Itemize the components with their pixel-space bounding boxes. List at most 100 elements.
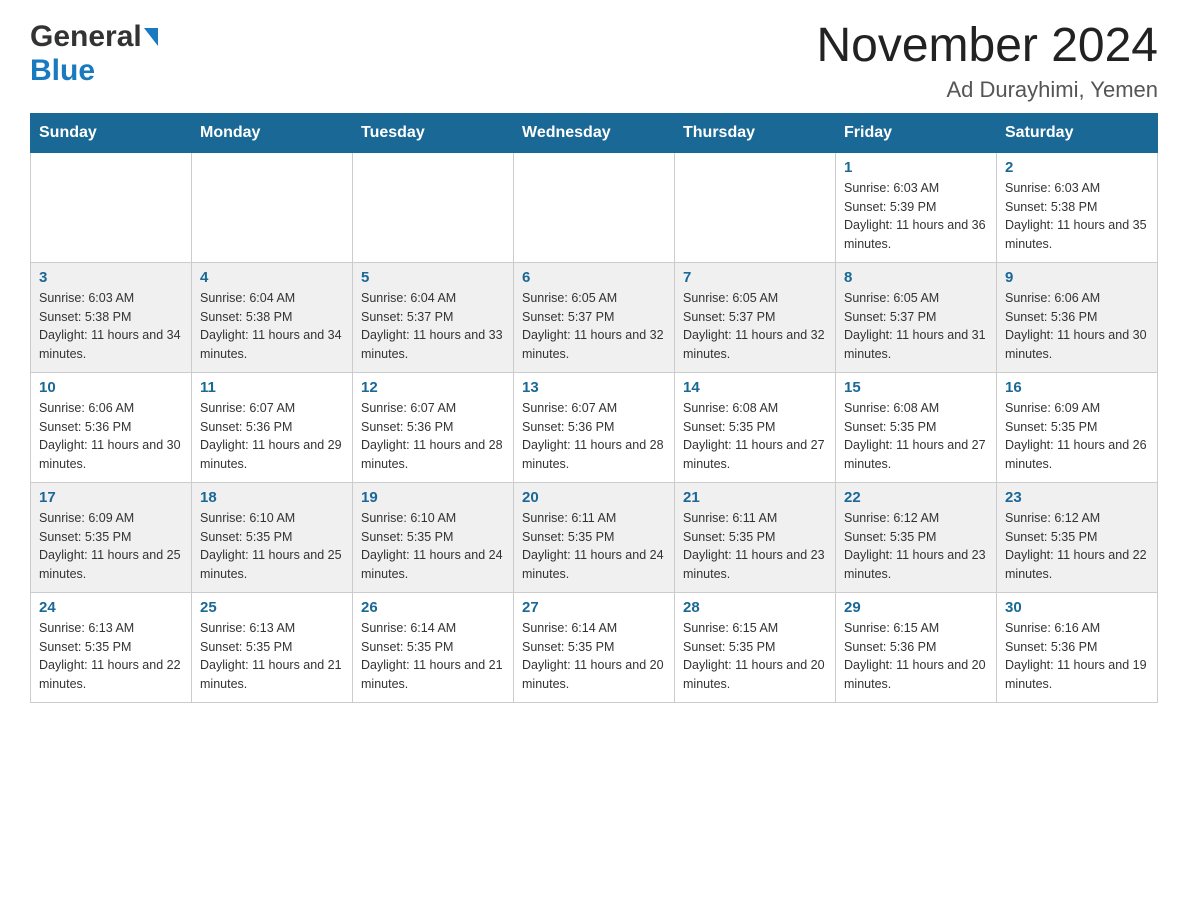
calendar-cell: 24 Sunrise: 6:13 AM Sunset: 5:35 PM Dayli… xyxy=(31,592,192,702)
calendar-table: SundayMondayTuesdayWednesdayThursdayFrid… xyxy=(30,113,1158,703)
day-info: Sunrise: 6:05 AM Sunset: 5:37 PM Dayligh… xyxy=(844,289,988,364)
calendar-cell: 6Sunrise: 6:05 AM Sunset: 5:37 PM Daylig… xyxy=(514,262,675,372)
calendar-cell: 12 Sunrise: 6:07 AM Sunset: 5:36 PM Dayli… xyxy=(353,372,514,482)
day-info: Sunrise: 6:08 AM Sunset: 5:35 PM Dayligh… xyxy=(683,399,827,474)
day-info: Sunrise: 6:03 AM Sunset: 5:39 PM Dayligh… xyxy=(844,179,988,254)
location: Ad Durayhimi, Yemen xyxy=(816,77,1158,103)
calendar-cell: 27 Sunrise: 6:14 AM Sunset: 5:35 PM Dayli… xyxy=(514,592,675,702)
day-number: 1 xyxy=(844,159,988,176)
title-area: November 2024 Ad Durayhimi, Yemen xyxy=(816,20,1158,103)
day-info: Sunrise: 6:09 AM Sunset: 5:35 PM Dayligh… xyxy=(39,509,183,584)
calendar-day-header: Thursday xyxy=(675,113,836,152)
day-number: 29 xyxy=(844,599,988,616)
calendar-header-row: SundayMondayTuesdayWednesdayThursdayFrid… xyxy=(31,113,1158,152)
calendar-cell: 19 Sunrise: 6:10 AM Sunset: 5:35 PM Dayli… xyxy=(353,482,514,592)
day-number: 24 xyxy=(39,599,183,616)
calendar-cell xyxy=(353,152,514,262)
calendar-day-header: Monday xyxy=(192,113,353,152)
day-info: Sunrise: 6:04 AM Sunset: 5:37 PM Dayligh… xyxy=(361,289,505,364)
day-info: Sunrise: 6:15 AM Sunset: 5:36 PM Dayligh… xyxy=(844,619,988,694)
calendar-day-header: Saturday xyxy=(997,113,1158,152)
calendar-cell: 1 Sunrise: 6:03 AM Sunset: 5:39 PM Daylig… xyxy=(836,152,997,262)
calendar-week-row: 3 Sunrise: 6:03 AM Sunset: 5:38 PM Daylig… xyxy=(31,262,1158,372)
day-info: Sunrise: 6:12 AM Sunset: 5:35 PM Dayligh… xyxy=(844,509,988,584)
day-number: 20 xyxy=(522,489,666,506)
calendar-cell: 29 Sunrise: 6:15 AM Sunset: 5:36 PM Dayli… xyxy=(836,592,997,702)
calendar-cell xyxy=(675,152,836,262)
day-info: Sunrise: 6:15 AM Sunset: 5:35 PM Dayligh… xyxy=(683,619,827,694)
calendar-cell xyxy=(192,152,353,262)
calendar-week-row: 17 Sunrise: 6:09 AM Sunset: 5:35 PM Dayli… xyxy=(31,482,1158,592)
day-number: 21 xyxy=(683,489,827,506)
calendar-cell: 26 Sunrise: 6:14 AM Sunset: 5:35 PM Dayli… xyxy=(353,592,514,702)
calendar-cell: 21 Sunrise: 6:11 AM Sunset: 5:35 PM Dayli… xyxy=(675,482,836,592)
day-number: 19 xyxy=(361,489,505,506)
calendar-cell: 14 Sunrise: 6:08 AM Sunset: 5:35 PM Dayli… xyxy=(675,372,836,482)
day-number: 28 xyxy=(683,599,827,616)
day-number: 8 xyxy=(844,269,988,286)
day-info: Sunrise: 6:10 AM Sunset: 5:35 PM Dayligh… xyxy=(361,509,505,584)
day-number: 15 xyxy=(844,379,988,396)
calendar-cell: 3 Sunrise: 6:03 AM Sunset: 5:38 PM Daylig… xyxy=(31,262,192,372)
day-info: Sunrise: 6:09 AM Sunset: 5:35 PM Dayligh… xyxy=(1005,399,1149,474)
day-number: 18 xyxy=(200,489,344,506)
day-info: Sunrise: 6:14 AM Sunset: 5:35 PM Dayligh… xyxy=(361,619,505,694)
day-number: 9 xyxy=(1005,269,1149,286)
day-info: Sunrise: 6:03 AM Sunset: 5:38 PM Dayligh… xyxy=(1005,179,1149,254)
calendar-cell: 2 Sunrise: 6:03 AM Sunset: 5:38 PM Daylig… xyxy=(997,152,1158,262)
calendar-cell: 18 Sunrise: 6:10 AM Sunset: 5:35 PM Dayli… xyxy=(192,482,353,592)
day-info: Sunrise: 6:14 AM Sunset: 5:35 PM Dayligh… xyxy=(522,619,666,694)
calendar-cell: 16 Sunrise: 6:09 AM Sunset: 5:35 PM Dayli… xyxy=(997,372,1158,482)
day-number: 16 xyxy=(1005,379,1149,396)
day-info: Sunrise: 6:07 AM Sunset: 5:36 PM Dayligh… xyxy=(200,399,344,474)
calendar-cell: 17 Sunrise: 6:09 AM Sunset: 5:35 PM Dayli… xyxy=(31,482,192,592)
day-info: Sunrise: 6:13 AM Sunset: 5:35 PM Dayligh… xyxy=(200,619,344,694)
day-info: Sunrise: 6:08 AM Sunset: 5:35 PM Dayligh… xyxy=(844,399,988,474)
logo-arrow-icon xyxy=(144,28,158,46)
day-number: 30 xyxy=(1005,599,1149,616)
calendar-cell: 8 Sunrise: 6:05 AM Sunset: 5:37 PM Daylig… xyxy=(836,262,997,372)
day-info: Sunrise: 6:12 AM Sunset: 5:35 PM Dayligh… xyxy=(1005,509,1149,584)
day-info: Sunrise: 6:16 AM Sunset: 5:36 PM Dayligh… xyxy=(1005,619,1149,694)
calendar-cell: 11 Sunrise: 6:07 AM Sunset: 5:36 PM Dayli… xyxy=(192,372,353,482)
calendar-day-header: Friday xyxy=(836,113,997,152)
day-info: Sunrise: 6:10 AM Sunset: 5:35 PM Dayligh… xyxy=(200,509,344,584)
day-number: 14 xyxy=(683,379,827,396)
day-number: 2 xyxy=(1005,159,1149,176)
calendar-day-header: Wednesday xyxy=(514,113,675,152)
calendar-cell: 25Sunrise: 6:13 AM Sunset: 5:35 PM Dayli… xyxy=(192,592,353,702)
calendar-cell: 30 Sunrise: 6:16 AM Sunset: 5:36 PM Dayli… xyxy=(997,592,1158,702)
day-number: 11 xyxy=(200,379,344,396)
day-number: 17 xyxy=(39,489,183,506)
calendar-week-row: 24 Sunrise: 6:13 AM Sunset: 5:35 PM Dayli… xyxy=(31,592,1158,702)
day-number: 27 xyxy=(522,599,666,616)
calendar-cell: 15 Sunrise: 6:08 AM Sunset: 5:35 PM Dayli… xyxy=(836,372,997,482)
day-info: Sunrise: 6:11 AM Sunset: 5:35 PM Dayligh… xyxy=(683,509,827,584)
day-number: 23 xyxy=(1005,489,1149,506)
day-info: Sunrise: 6:07 AM Sunset: 5:36 PM Dayligh… xyxy=(522,399,666,474)
calendar-cell: 28 Sunrise: 6:15 AM Sunset: 5:35 PM Dayli… xyxy=(675,592,836,702)
day-number: 6 xyxy=(522,269,666,286)
calendar-cell: 7 Sunrise: 6:05 AM Sunset: 5:37 PM Daylig… xyxy=(675,262,836,372)
day-number: 12 xyxy=(361,379,505,396)
calendar-cell: 10 Sunrise: 6:06 AM Sunset: 5:36 PM Dayli… xyxy=(31,372,192,482)
day-number: 10 xyxy=(39,379,183,396)
day-number: 3 xyxy=(39,269,183,286)
calendar-cell: 5Sunrise: 6:04 AM Sunset: 5:37 PM Daylig… xyxy=(353,262,514,372)
day-info: Sunrise: 6:04 AM Sunset: 5:38 PM Dayligh… xyxy=(200,289,344,364)
month-title: November 2024 xyxy=(816,20,1158,73)
day-info: Sunrise: 6:13 AM Sunset: 5:35 PM Dayligh… xyxy=(39,619,183,694)
calendar-cell: 4 Sunrise: 6:04 AM Sunset: 5:38 PM Daylig… xyxy=(192,262,353,372)
logo: General Blue xyxy=(30,20,158,88)
calendar-week-row: 1 Sunrise: 6:03 AM Sunset: 5:39 PM Daylig… xyxy=(31,152,1158,262)
day-info: Sunrise: 6:06 AM Sunset: 5:36 PM Dayligh… xyxy=(39,399,183,474)
day-number: 22 xyxy=(844,489,988,506)
day-info: Sunrise: 6:03 AM Sunset: 5:38 PM Dayligh… xyxy=(39,289,183,364)
day-info: Sunrise: 6:05 AM Sunset: 5:37 PM Dayligh… xyxy=(683,289,827,364)
day-number: 26 xyxy=(361,599,505,616)
day-number: 4 xyxy=(200,269,344,286)
day-number: 7 xyxy=(683,269,827,286)
logo-blue-text: Blue xyxy=(30,54,95,88)
logo-general-text: General xyxy=(30,20,142,54)
day-info: Sunrise: 6:07 AM Sunset: 5:36 PM Dayligh… xyxy=(361,399,505,474)
